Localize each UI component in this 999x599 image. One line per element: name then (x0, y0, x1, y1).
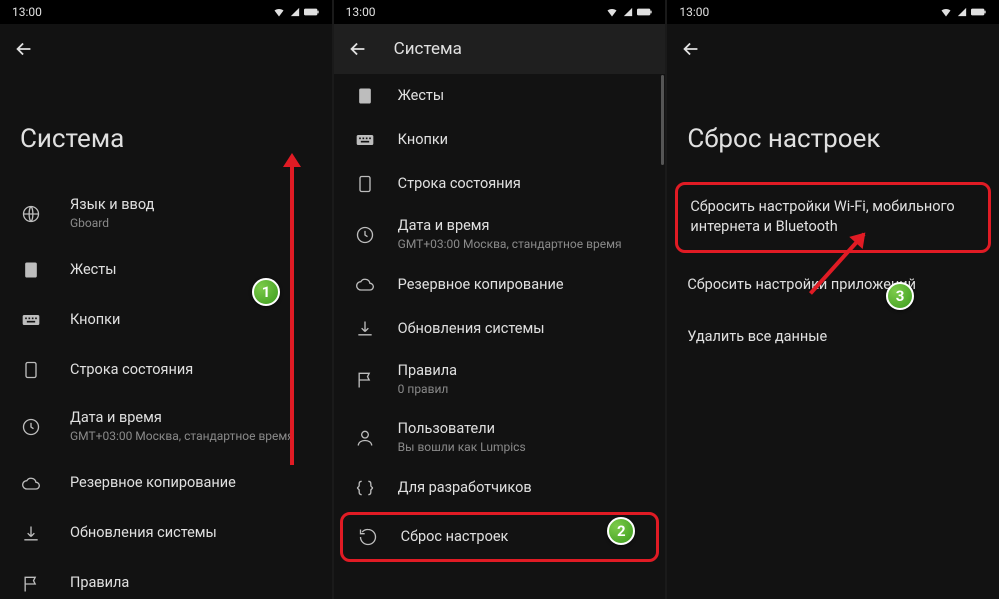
item-label: Сбросить настройки Wi-Fi, мобильного инт… (690, 198, 954, 235)
item-label: Резервное копирование (398, 276, 564, 295)
status-time: 13:00 (346, 5, 376, 19)
reset-icon (357, 526, 379, 548)
list-item-datetime[interactable]: Дата и времяGMT+03:00 Москва, стандартно… (0, 395, 332, 458)
item-label: Строка состояния (398, 175, 521, 194)
user-icon (354, 427, 376, 449)
download-icon (20, 523, 42, 545)
item-label: Дата и время (70, 409, 294, 428)
wifi-icon (272, 6, 286, 18)
list-item-erase-all[interactable]: Удалить все данные (667, 311, 999, 363)
clock-icon (354, 224, 376, 246)
item-label: Обновления системы (70, 524, 217, 543)
item-label: Правила (70, 574, 129, 593)
globe-icon (20, 203, 42, 225)
wifi-icon (939, 6, 953, 18)
signal-icon (957, 6, 967, 18)
item-label: Удалить все данные (687, 328, 827, 345)
signal-icon (623, 6, 633, 18)
list-item-datetime[interactable]: Дата и времяGMT+03:00 Москва, стандартно… (334, 206, 666, 263)
status-icons (605, 6, 653, 18)
item-label: Кнопки (70, 311, 120, 330)
download-icon (354, 318, 376, 340)
item-label: Язык и ввод (70, 196, 154, 215)
item-label: Сбросить настройки приложений (687, 276, 916, 293)
battery-icon (971, 7, 987, 17)
battery-icon (637, 7, 653, 17)
status-bar: 13:00 (667, 0, 999, 24)
screenshot-panel-3: 13:00 Сброс настроек Сбросить настройки … (667, 0, 999, 599)
list-item-reset-network[interactable]: Сбросить настройки Wi-Fi, мобильного инт… (675, 182, 991, 253)
item-label: Пользователи (398, 420, 526, 439)
cloud-icon (20, 473, 42, 495)
back-button[interactable] (679, 37, 703, 61)
gesture-icon (354, 85, 376, 107)
back-button[interactable] (12, 37, 36, 61)
item-label: Жесты (70, 261, 117, 280)
item-label: Для разработчиков (398, 479, 532, 498)
list-item-language[interactable]: Язык и вводGboard (0, 182, 332, 245)
gesture-icon (20, 259, 42, 281)
list-item-buttons[interactable]: Кнопки (334, 118, 666, 162)
flag-icon (354, 369, 376, 391)
scroll-indicator (661, 75, 664, 165)
flag-icon (20, 573, 42, 595)
item-label: Строка состояния (70, 361, 193, 380)
list-item-users[interactable]: ПользователиВы вошли как Lumpics (334, 409, 666, 466)
braces-icon (354, 477, 376, 499)
annotation-badge-1: 1 (252, 278, 280, 306)
list-item-developer[interactable]: Для разработчиков (334, 466, 666, 510)
page-title: Сброс настроек (667, 74, 999, 182)
item-label: Правила (398, 362, 457, 381)
keyboard-icon (20, 309, 42, 331)
signal-icon (290, 6, 300, 18)
item-label: Резервное копирование (70, 474, 236, 493)
list-item-update[interactable]: Обновления системы (334, 307, 666, 351)
clock-icon (20, 416, 42, 438)
back-button[interactable] (346, 37, 370, 61)
page-title: Система (0, 74, 332, 182)
list-item-backup[interactable]: Резервное копирование (0, 459, 332, 509)
status-time: 13:00 (12, 5, 42, 19)
item-sublabel: Вы вошли как Lumpics (398, 440, 526, 456)
list-item-backup[interactable]: Резервное копирование (334, 263, 666, 307)
item-label: Обновления системы (398, 320, 545, 339)
status-time: 13:00 (679, 5, 709, 19)
list-item-rules[interactable]: Правила (0, 559, 332, 599)
item-label: Кнопки (398, 131, 448, 150)
phone-outline-icon (20, 359, 42, 381)
status-icons (272, 6, 320, 18)
list-item-buttons[interactable]: Кнопки (0, 295, 332, 345)
list-item-statusbar[interactable]: Строка состояния (334, 162, 666, 206)
list-item-gestures[interactable]: Жесты (0, 245, 332, 295)
reset-options-list: Сбросить настройки Wi-Fi, мобильного инт… (667, 182, 999, 599)
screenshot-panel-2: 13:00 Система Жесты Кнопки Строка состоя… (334, 0, 666, 599)
item-label: Дата и время (398, 217, 622, 236)
item-label: Сброс настроек (401, 528, 509, 547)
toolbar (667, 24, 999, 74)
status-icons (939, 6, 987, 18)
battery-icon (304, 7, 320, 17)
screenshot-panel-1: 13:00 Система Язык и вводGboard Жесты Кн… (0, 0, 332, 599)
list-item-gestures[interactable]: Жесты (334, 74, 666, 118)
toolbar: Система (334, 24, 666, 74)
annotation-badge-3: 3 (886, 282, 914, 310)
item-sublabel: GMT+03:00 Москва, стандартное время (70, 429, 294, 445)
status-bar: 13:00 (0, 0, 332, 24)
phone-outline-icon (354, 173, 376, 195)
list-item-update[interactable]: Обновления системы (0, 509, 332, 559)
cloud-icon (354, 274, 376, 296)
list-item-statusbar[interactable]: Строка состояния (0, 345, 332, 395)
item-sublabel: 0 правил (398, 382, 457, 398)
annotation-arrow-up (290, 165, 294, 465)
status-bar: 13:00 (334, 0, 666, 24)
item-sublabel: Gboard (70, 216, 154, 232)
wifi-icon (605, 6, 619, 18)
toolbar (0, 24, 332, 74)
item-label: Жесты (398, 87, 445, 106)
toolbar-title: Система (394, 39, 462, 59)
list-item-rules[interactable]: Правила0 правил (334, 351, 666, 408)
keyboard-icon (354, 129, 376, 151)
item-sublabel: GMT+03:00 Москва, стандартное время (398, 237, 622, 253)
settings-list: Язык и вводGboard Жесты Кнопки Строка со… (0, 182, 332, 599)
